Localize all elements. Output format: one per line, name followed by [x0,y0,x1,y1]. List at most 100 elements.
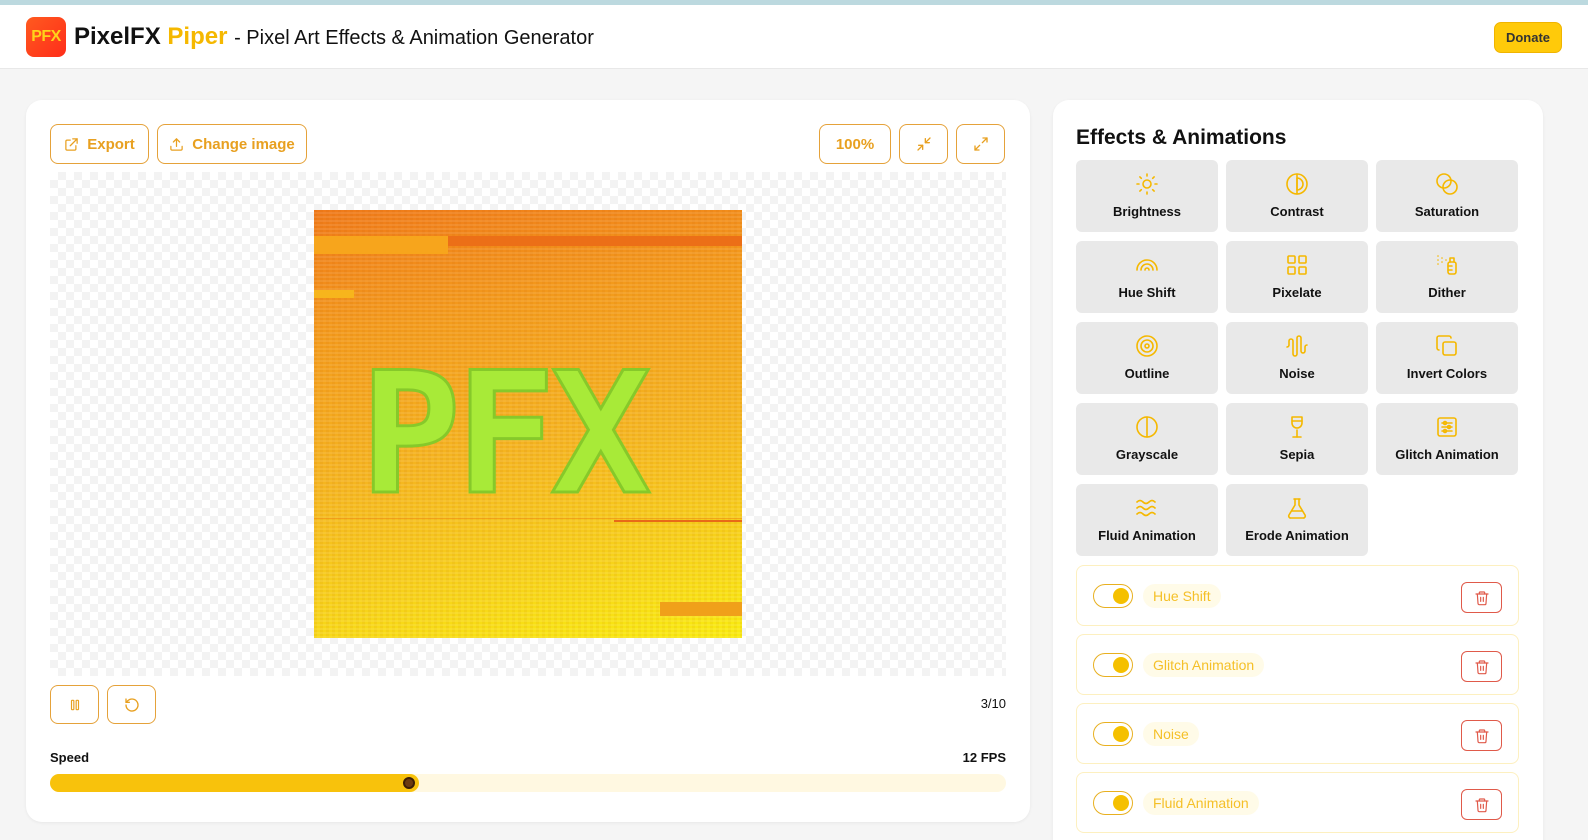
app-logo[interactable]: PFX [26,17,66,57]
glass-icon [1291,416,1303,438]
target-icon [1136,335,1158,357]
pause-icon [70,699,79,710]
toggle-knob [1113,795,1129,811]
fullscreen-button[interactable] [956,124,1005,164]
active-effect-name: Fluid Animation [1143,791,1259,815]
waves-icon [1136,499,1156,517]
app-name-accent: Piper [167,23,228,50]
effect-erode-animation[interactable]: Erode Animation [1226,484,1368,556]
effect-grayscale[interactable]: Grayscale [1076,403,1218,475]
trash-icon [1474,728,1489,743]
contrast-icon [1286,173,1308,195]
spray-icon [1437,255,1457,275]
frame-counter: 3/10 [980,696,1006,711]
editor-panel: Export Change image 100% PFX 3/10 Speed [26,100,1030,822]
trash-icon [1474,659,1489,674]
effect-label: Grayscale [1115,447,1179,462]
active-effect-row: Glitch Animation [1076,634,1519,695]
active-effect-name: Noise [1143,722,1199,746]
effect-label: Sepia [1279,447,1315,462]
effect-label: Outline [1124,366,1170,381]
app-tagline: - Pixel Art Effects & Animation Generato… [234,27,594,49]
speed-slider-fill [50,774,419,792]
rotate-ccw-icon [124,697,139,712]
effect-toggle[interactable] [1093,584,1133,608]
effect-sepia[interactable]: Sepia [1226,403,1368,475]
active-effect-row: Hue Shift [1076,565,1519,626]
effect-outline[interactable]: Outline [1076,322,1218,394]
app-title: PixelFX Piper - Pixel Art Effects & Anim… [74,23,594,51]
rainbow-icon [1136,259,1158,271]
upload-icon [170,137,183,151]
active-effect-row: Noise [1076,703,1519,764]
flask-icon [1287,498,1307,519]
delete-effect-button[interactable] [1461,651,1502,682]
layers-icon [1436,335,1457,356]
effect-pixelate[interactable]: Pixelate [1226,241,1368,313]
toggle-knob [1113,657,1129,673]
circles-icon [1436,173,1458,195]
sliders-icon [1437,417,1457,437]
effect-label: Invert Colors [1406,366,1488,381]
fps-value: 12 FPS [962,750,1006,765]
pfx-letters: PFX [359,335,657,534]
trash-icon [1474,590,1489,605]
effect-label: Erode Animation [1245,528,1349,543]
sun-icon [1136,173,1158,195]
app-header: PFX PixelFX Piper - Pixel Art Effects & … [0,5,1588,69]
change-image-label: Change image [192,135,295,153]
zoom-level-button[interactable]: 100% [819,124,891,164]
effect-dither[interactable]: Dither [1376,241,1518,313]
effect-toggle[interactable] [1093,791,1133,815]
trash-icon [1474,797,1489,812]
toggle-knob [1113,726,1129,742]
export-label: Export [87,135,135,153]
shrink-button[interactable] [899,124,948,164]
change-image-button[interactable]: Change image [157,124,307,164]
app-name: PixelFX [74,23,161,50]
half-circle-icon [1136,416,1158,438]
effect-label: Glitch Animation [1395,447,1499,462]
external-link-icon [65,137,78,151]
effect-label: Brightness [1113,204,1181,219]
speed-slider-thumb[interactable] [403,777,415,789]
pixel-art-preview: PFX [314,210,742,638]
effect-glitch-animation[interactable]: Glitch Animation [1376,403,1518,475]
effect-label: Fluid Animation [1098,528,1196,543]
effect-toggle[interactable] [1093,722,1133,746]
restart-button[interactable] [107,685,156,724]
effect-saturation[interactable]: Saturation [1376,160,1518,232]
minimize-icon [916,137,931,151]
effect-label: Contrast [1270,204,1324,219]
active-effect-name: Hue Shift [1143,584,1221,608]
preview-canvas[interactable]: PFX [50,172,1006,676]
effect-label: Dither [1428,285,1466,300]
active-effect-row: Fluid Animation [1076,772,1519,833]
effect-label: Pixelate [1272,285,1322,300]
effect-label: Hue Shift [1118,285,1176,300]
effect-label: Noise [1279,366,1315,381]
effect-fluid-animation[interactable]: Fluid Animation [1076,484,1218,556]
delete-effect-button[interactable] [1461,582,1502,613]
effects-title: Effects & Animations [1076,126,1287,149]
speed-slider[interactable] [50,774,1006,792]
grid-icon [1287,255,1307,275]
waveform-icon [1286,335,1308,357]
active-effect-name: Glitch Animation [1143,653,1265,677]
donate-button[interactable]: Donate [1494,22,1562,53]
effect-noise[interactable]: Noise [1226,322,1368,394]
speed-label: Speed [50,750,90,765]
effect-contrast[interactable]: Contrast [1226,160,1368,232]
effect-invert-colors[interactable]: Invert Colors [1376,322,1518,394]
effect-toggle[interactable] [1093,653,1133,677]
effect-label: Saturation [1414,204,1480,219]
toggle-knob [1113,588,1129,604]
export-button[interactable]: Export [50,124,149,164]
delete-effect-button[interactable] [1461,789,1502,820]
effects-panel: Effects & Animations Brightness Contrast… [1053,100,1543,840]
logo-text: PFX [31,28,61,45]
effect-hue-shift[interactable]: Hue Shift [1076,241,1218,313]
effect-brightness[interactable]: Brightness [1076,160,1218,232]
delete-effect-button[interactable] [1461,720,1502,751]
pause-button[interactable] [50,685,99,724]
